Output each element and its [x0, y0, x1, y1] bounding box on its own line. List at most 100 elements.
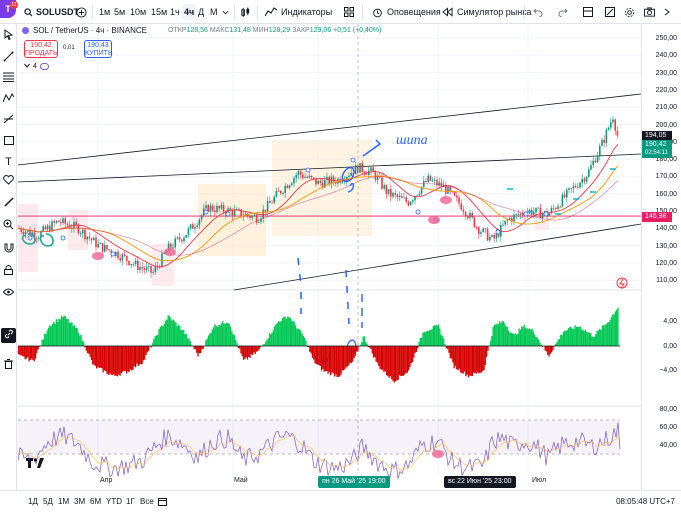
indicators-toggle[interactable]: 4 — [24, 63, 49, 70]
tradingview-logo[interactable] — [26, 458, 44, 471]
oscillator-bar — [93, 346, 95, 365]
oscillator-bar — [353, 346, 355, 359]
lock-tool[interactable] — [1, 264, 16, 279]
brush-tool[interactable] — [1, 196, 16, 211]
candle — [427, 175, 429, 182]
price-chart[interactable]: шипа — [17, 24, 642, 490]
range-1d[interactable]: 1Д — [28, 497, 38, 506]
buy-button[interactable]: 190,43 КУПИТЬ — [84, 40, 113, 58]
time-axis[interactable]: Апр Май пн 26 Май '25 19:00 вс 22 Июн '2… — [18, 474, 641, 490]
series-title[interactable]: SOL / TetherUS · 4ч · BINANCE — [33, 26, 147, 35]
candle — [403, 197, 405, 199]
magnet-tool[interactable] — [1, 242, 16, 257]
candle — [464, 211, 467, 217]
compare-button[interactable] — [76, 4, 87, 20]
sell-button[interactable]: 190,42 ПРОДАТЬ — [24, 40, 58, 58]
oscillator-bar — [154, 336, 156, 346]
alerts-button[interactable]: Оповещения — [372, 4, 441, 20]
range-1m[interactable]: 1М — [58, 497, 69, 506]
chart-pane[interactable]: шипа — [17, 24, 642, 490]
pattern-tool[interactable] — [1, 92, 16, 107]
oscillator-bar — [401, 346, 403, 376]
interval-4h[interactable]: 4ч — [182, 4, 197, 20]
symbol-search[interactable]: SOLUSDT — [24, 4, 79, 20]
oscillator-bar — [249, 346, 251, 358]
candle — [394, 193, 396, 195]
oscillator-bar — [76, 328, 78, 346]
active-draw-tool[interactable] — [1, 328, 16, 343]
text-tool[interactable]: T — [1, 154, 16, 169]
settings-button[interactable] — [624, 4, 635, 20]
oscillator-bar — [518, 328, 520, 346]
range-3m[interactable]: 3М — [74, 497, 85, 506]
chart-type-button[interactable] — [240, 4, 251, 20]
candle — [178, 237, 181, 240]
candle — [381, 177, 383, 189]
oscillator-bar — [567, 328, 570, 346]
oscillator-bar — [63, 315, 65, 346]
range-5d[interactable]: 5Д — [43, 497, 53, 506]
interval-month[interactable]: М — [210, 4, 218, 20]
date-range-button[interactable] — [158, 497, 167, 508]
price-axis[interactable]: 250,00240,00230,00220,00210,00200,00190,… — [641, 24, 681, 490]
oscillator-bar — [158, 328, 160, 346]
range-ytd[interactable]: YTD — [106, 497, 122, 506]
oscillator-bar — [492, 326, 494, 346]
fib-tool[interactable] — [1, 71, 16, 86]
layout-button[interactable] — [583, 4, 593, 20]
oscillator-bar — [228, 323, 230, 346]
candle — [616, 130, 619, 136]
interval-dropdown[interactable] — [222, 4, 229, 20]
candle — [77, 224, 80, 234]
templates-button[interactable] — [344, 4, 354, 20]
range-all[interactable]: Все — [140, 497, 154, 506]
zoom-tool[interactable] — [1, 218, 16, 233]
favorites-tool[interactable] — [1, 174, 16, 189]
candle — [471, 212, 473, 218]
oscillator-bar — [379, 346, 381, 369]
clock[interactable]: 08:05:48 UTC+7 — [616, 497, 675, 506]
interval-day[interactable]: Д — [198, 4, 204, 20]
range-1y[interactable]: 1Г — [126, 497, 135, 506]
oscillator-bar — [142, 346, 145, 361]
oscillator-bar — [292, 320, 294, 346]
eye-tool[interactable] — [1, 286, 16, 301]
trend-line-tool[interactable] — [1, 50, 16, 65]
candle — [486, 229, 489, 241]
oscillator-bar — [179, 326, 181, 346]
candle — [385, 185, 388, 194]
interval-15m[interactable]: 15м — [151, 4, 167, 20]
measure-tool[interactable] — [1, 134, 16, 149]
oscillator-bar — [380, 346, 382, 370]
oscillator-bar — [408, 346, 410, 371]
oscillator-bar — [515, 334, 518, 346]
scroll-right-button[interactable] — [664, 4, 670, 20]
oscillator-bar — [231, 331, 233, 346]
interval-5m[interactable]: 5м — [114, 4, 125, 20]
oscillator-bar — [383, 346, 385, 373]
oscillator-bar — [97, 346, 99, 367]
interval-1h[interactable]: 1ч — [170, 4, 180, 20]
interval-10m[interactable]: 10м — [130, 4, 146, 20]
projection-tool[interactable] — [1, 113, 16, 128]
divider — [92, 5, 93, 19]
delete-tool[interactable] — [1, 358, 16, 373]
candle — [222, 204, 225, 212]
open-label: ОТКР — [168, 27, 187, 34]
undo-button[interactable] — [533, 4, 543, 20]
candle — [460, 203, 462, 210]
interval-1m[interactable]: 1м — [99, 4, 110, 20]
indicators-button[interactable]: Индикаторы — [265, 4, 332, 20]
candle — [90, 238, 93, 241]
oscillator-bar — [461, 346, 463, 374]
replay-button[interactable]: Симулятор рынка — [442, 4, 531, 20]
cursor-tool[interactable] — [1, 28, 16, 43]
oscillator-bar — [469, 346, 471, 376]
oscillator-bar — [98, 346, 100, 368]
fullscreen-button[interactable] — [605, 4, 615, 20]
replay-label: Симулятор рынка — [457, 7, 532, 17]
signal-marker — [203, 209, 209, 215]
redo-button[interactable] — [558, 4, 568, 20]
snapshot-button[interactable] — [644, 4, 655, 20]
range-6m[interactable]: 6М — [90, 497, 101, 506]
